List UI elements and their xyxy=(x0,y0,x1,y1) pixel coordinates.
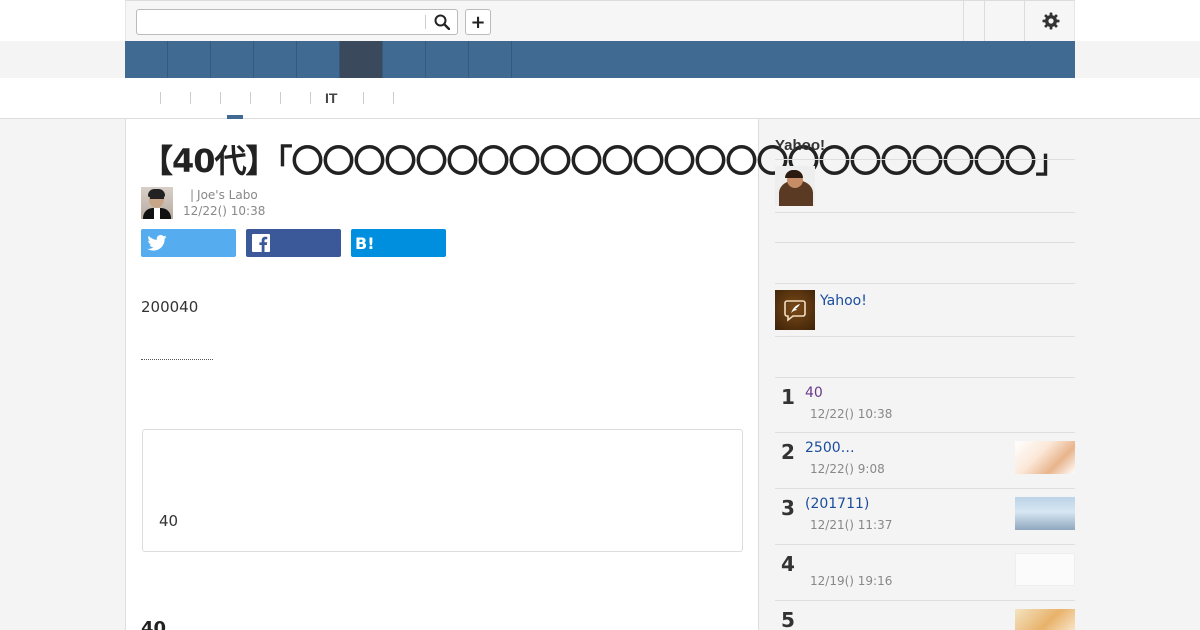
sidebar-divider xyxy=(775,283,1075,284)
rank-date: 12/21() 11:37 xyxy=(810,518,893,532)
subnav-item[interactable] xyxy=(281,90,309,107)
article-datetime: 12/22() 10:38 xyxy=(183,204,266,218)
main-nav xyxy=(125,41,1075,78)
rank-thumbnail[interactable] xyxy=(1015,609,1075,630)
sidebar-divider xyxy=(775,242,1075,243)
ranking-item[interactable]: 2 2500… 12/22() 9:08 xyxy=(775,432,1075,488)
rank-thumbnail[interactable] xyxy=(1015,497,1075,530)
nav-item[interactable] xyxy=(383,41,426,78)
inline-link[interactable] xyxy=(141,359,213,360)
byline: | Joe's Labo xyxy=(190,188,258,202)
hatena-bookmark-button[interactable]: B! xyxy=(351,229,446,257)
twitter-share-button[interactable] xyxy=(141,229,236,257)
author-avatar[interactable] xyxy=(141,187,173,219)
sidebar-divider xyxy=(775,212,1075,213)
search-button[interactable] xyxy=(430,12,454,32)
sidebar-divider xyxy=(775,159,1075,160)
subnav-item[interactable] xyxy=(251,90,279,107)
topbar-divider xyxy=(1024,1,1025,41)
rank-number: 2 xyxy=(781,440,795,464)
subnav-item[interactable] xyxy=(364,90,392,107)
facebook-share-button[interactable] xyxy=(246,229,341,257)
article-source[interactable]: Joe's Labo xyxy=(197,188,258,202)
article-body-text: 200040 xyxy=(141,298,199,316)
hatena-icon: B! xyxy=(355,233,375,253)
sidebar-divider xyxy=(775,336,1075,337)
search-icon xyxy=(434,14,450,30)
topbar-divider xyxy=(963,1,964,41)
sidebar: Yahoo! Yahoo! 1 40 12/22() 10:38 2 2500…… xyxy=(775,119,1075,630)
rank-date: 12/22() 10:38 xyxy=(810,407,893,421)
nav-item[interactable] xyxy=(426,41,469,78)
nav-item[interactable] xyxy=(211,41,254,78)
rank-date: 12/22() 9:08 xyxy=(810,462,885,476)
nav-item[interactable] xyxy=(254,41,297,78)
subnav-item[interactable] xyxy=(191,90,219,107)
gear-icon xyxy=(1042,12,1060,30)
sidebar-thumbnail[interactable] xyxy=(775,166,815,206)
yahoo-pen-icon[interactable] xyxy=(775,290,815,330)
section-heading: 40 xyxy=(141,618,167,630)
rank-thumbnail[interactable] xyxy=(1015,441,1075,474)
summary-box-text: 40 xyxy=(159,512,179,530)
rank-title[interactable]: 2500… xyxy=(805,440,855,456)
search-input[interactable] xyxy=(138,11,424,33)
ranking-item[interactable]: 5 xyxy=(775,600,1075,630)
article-main: 【40代】「〇〇〇〇〇〇〇〇〇〇〇〇〇〇〇〇〇〇〇〇〇〇〇〇」 | Joe's L… xyxy=(125,119,1068,630)
subnav-item-active[interactable] xyxy=(221,90,249,107)
nav-item[interactable] xyxy=(168,41,211,78)
plus-icon: + xyxy=(470,11,486,33)
rank-thumbnail[interactable] xyxy=(1015,553,1075,586)
sub-nav: IT xyxy=(0,78,1200,119)
ranking-item[interactable]: 4 12/19() 19:16 xyxy=(775,544,1075,600)
search-divider xyxy=(425,15,426,29)
subnav-item[interactable] xyxy=(161,90,189,107)
subnav-divider xyxy=(310,92,311,104)
yahoo-pen-icon xyxy=(784,300,806,322)
sidebar-title: Yahoo! xyxy=(775,137,826,154)
nav-item[interactable] xyxy=(469,41,512,78)
rank-date: 12/19() 19:16 xyxy=(810,574,893,588)
topbar-divider xyxy=(984,1,985,41)
yahoo-link[interactable]: Yahoo! xyxy=(820,293,867,309)
subnav-divider xyxy=(393,92,394,104)
subnav-item-it[interactable]: IT xyxy=(325,90,337,106)
rank-number: 3 xyxy=(781,496,795,520)
nav-item[interactable] xyxy=(297,41,340,78)
ranking-item[interactable]: 3 (201711) 12/21() 11:37 xyxy=(775,488,1075,544)
nav-item-active[interactable] xyxy=(340,41,383,78)
rank-number: 5 xyxy=(781,608,795,630)
add-button[interactable]: + xyxy=(465,9,491,35)
search-box xyxy=(136,9,458,35)
summary-box: 40 xyxy=(142,429,743,552)
ranking-item[interactable]: 1 40 12/22() 10:38 xyxy=(775,377,1075,433)
rank-title[interactable]: 40 xyxy=(805,385,823,401)
nav-item[interactable] xyxy=(125,41,168,78)
rank-number: 1 xyxy=(781,385,795,409)
rank-title[interactable]: (201711) xyxy=(805,496,869,512)
facebook-icon xyxy=(252,234,270,252)
top-bar: + xyxy=(125,0,1075,41)
settings-button[interactable] xyxy=(1041,11,1061,31)
twitter-icon xyxy=(147,235,167,251)
rank-number: 4 xyxy=(781,552,795,576)
